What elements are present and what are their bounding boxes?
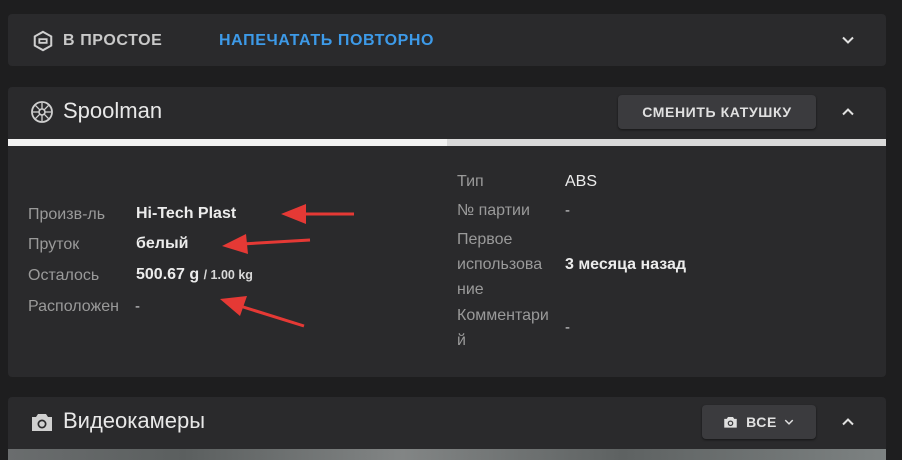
annotation-arrow (281, 204, 354, 224)
annotation-arrow (220, 296, 305, 328)
annotation-arrow (222, 234, 311, 254)
annotation-arrows (220, 204, 354, 328)
